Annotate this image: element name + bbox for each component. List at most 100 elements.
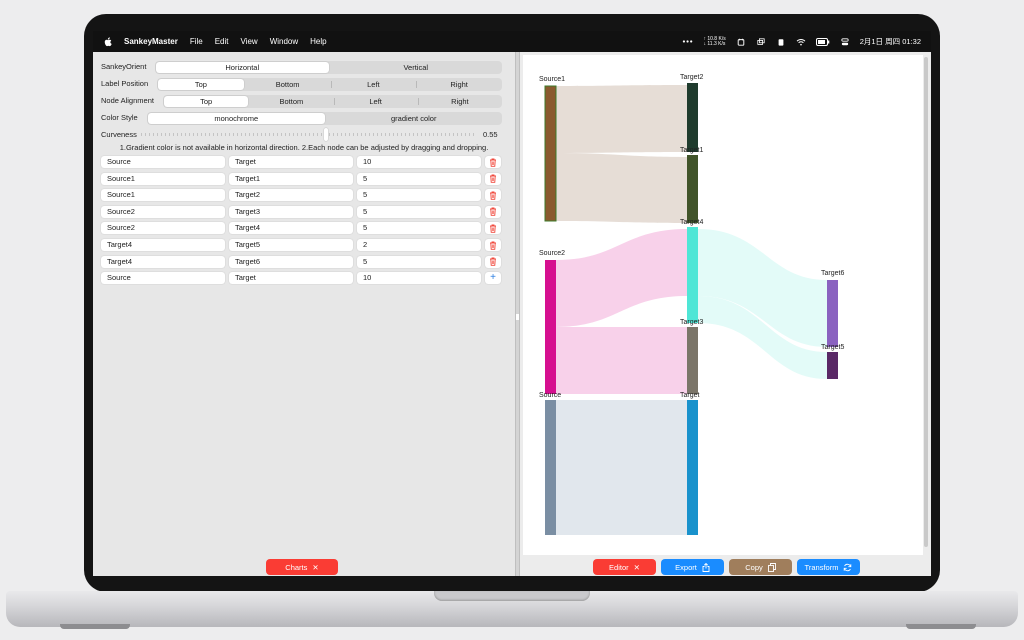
copy-button-label: Copy [745, 562, 763, 572]
curveness-slider-thumb[interactable] [324, 128, 328, 141]
menubar-clock[interactable]: 2月1日 周四 01:32 [860, 36, 921, 47]
link-source-field[interactable]: Target4 [101, 239, 225, 251]
wifi-icon[interactable] [796, 38, 806, 46]
copy-button[interactable]: Copy [729, 559, 792, 575]
link-value-field[interactable]: 5 [357, 205, 481, 218]
link-source-field[interactable]: Source1 [101, 189, 225, 202]
label-position-option-top[interactable]: Top [158, 79, 244, 90]
sankey-node-target2[interactable] [687, 83, 698, 152]
color-style-segmented-control: monochrome gradient color [147, 112, 502, 125]
sankey-node-target[interactable] [687, 400, 698, 535]
sankey-link-source2-target3[interactable] [556, 327, 687, 394]
sankey-node-target4[interactable] [687, 227, 698, 323]
node-alignment-option-bottom[interactable]: Bottom [249, 95, 333, 108]
trash-icon [489, 174, 497, 183]
node-alignment-option-top[interactable]: Top [164, 96, 249, 107]
sankey-link-source2-target4[interactable] [556, 229, 687, 327]
new-link-value-field[interactable]: 10 [357, 272, 481, 285]
charts-button[interactable]: Charts ✕ [266, 559, 338, 575]
node-alignment-option-right[interactable]: Right [417, 95, 502, 108]
app-name-menu[interactable]: SankeyMaster [124, 37, 178, 46]
link-source-field[interactable]: Target4 [101, 255, 225, 268]
clipboard-icon[interactable] [776, 38, 786, 46]
window-icon[interactable] [756, 37, 766, 46]
sankey-node-source[interactable] [545, 400, 556, 535]
sankey-label-target1: Target1 [680, 147, 703, 154]
sankey-node-target6[interactable] [827, 280, 838, 347]
label-position-option-left[interactable]: Left [330, 78, 417, 91]
link-value-field[interactable]: 5 [357, 189, 481, 202]
link-source-field[interactable]: Source2 [101, 222, 225, 235]
link-value-field[interactable]: 5 [357, 255, 481, 268]
curveness-label: Curveness [101, 130, 137, 139]
link-target-field[interactable]: Target2 [229, 189, 353, 202]
input-method-icon[interactable] [736, 38, 746, 46]
add-row-button[interactable]: + [485, 272, 501, 285]
close-icon: ✕ [312, 562, 319, 572]
sankey-diagram[interactable]: Source1 Target2 Target1 Target4 Source2 … [523, 55, 923, 555]
share-icon [702, 562, 710, 572]
label-position-option-right[interactable]: Right [416, 78, 502, 91]
preview-scrollbar[interactable] [924, 57, 928, 547]
link-value-field[interactable]: 5 [357, 172, 481, 185]
delete-row-button[interactable] [485, 255, 501, 268]
apple-icon[interactable] [104, 36, 113, 47]
link-target-field[interactable]: Target3 [229, 205, 353, 218]
sankey-label-target2: Target2 [680, 74, 703, 81]
sankey-label-source2: Source2 [539, 250, 565, 257]
link-value-field[interactable]: 10 [357, 156, 481, 168]
node-alignment-option-left[interactable]: Left [333, 95, 418, 108]
orient-option-vertical[interactable]: Vertical [330, 61, 503, 74]
color-style-option-monochrome[interactable]: monochrome [148, 113, 325, 124]
more-icon[interactable]: ••• [683, 37, 694, 46]
sankey-node-target3[interactable] [687, 327, 698, 394]
menu-edit[interactable]: Edit [215, 37, 229, 46]
menu-window[interactable]: Window [270, 37, 298, 46]
link-target-field[interactable]: Target5 [229, 239, 353, 251]
editor-button[interactable]: Editor ✕ [593, 559, 656, 575]
control-center-icon[interactable] [840, 37, 850, 46]
delete-row-button[interactable] [485, 172, 501, 185]
link-source-field[interactable]: Source2 [101, 205, 225, 218]
split-divider-handle[interactable] [516, 314, 519, 320]
transform-button[interactable]: Transform [797, 559, 860, 575]
curveness-slider-track[interactable] [141, 133, 477, 136]
sankey-node-source2[interactable] [545, 260, 556, 394]
menu-help[interactable]: Help [310, 37, 326, 46]
copy-icon [767, 562, 776, 572]
menu-view[interactable]: View [241, 37, 258, 46]
link-target-field[interactable]: Target [229, 156, 353, 168]
color-style-option-gradient[interactable]: gradient color [326, 112, 503, 125]
link-value-field[interactable]: 5 [357, 222, 481, 235]
link-source-field[interactable]: Source [101, 156, 225, 168]
label-position-option-bottom[interactable]: Bottom [245, 78, 331, 91]
sankey-link-source1-target1[interactable] [556, 153, 687, 223]
sankey-label-target4: Target4 [680, 219, 703, 226]
delete-row-button[interactable] [485, 222, 501, 235]
sankey-link-source1-target2[interactable] [556, 85, 687, 153]
link-target-field[interactable]: Target1 [229, 172, 353, 185]
new-link-target-field[interactable]: Target [229, 272, 353, 285]
export-button[interactable]: Export [661, 559, 724, 575]
sankey-node-target1[interactable] [687, 155, 698, 223]
usage-note: 1.Gradient color is not available in hor… [119, 143, 489, 152]
laptop-notch [434, 591, 590, 601]
delete-row-button[interactable] [485, 205, 501, 218]
network-speed[interactable]: ↑ 10.8 K/s ↓ 11.3 K/s [703, 36, 725, 47]
sankey-node-target5[interactable] [827, 352, 838, 379]
delete-row-button[interactable] [485, 156, 501, 168]
orient-option-horizontal[interactable]: Horizontal [156, 62, 329, 73]
sankey-label-source: Source [539, 392, 561, 399]
new-link-source-field[interactable]: Source [101, 272, 225, 285]
menu-file[interactable]: File [190, 37, 203, 46]
sankey-node-source1[interactable] [544, 85, 557, 222]
link-target-field[interactable]: Target6 [229, 255, 353, 268]
status-tray: ••• ↑ 10.8 K/s ↓ 11.3 K/s 2月1日 周四 01:32 [683, 31, 921, 52]
sankey-link-source-target[interactable] [556, 400, 687, 535]
battery-icon[interactable] [815, 37, 830, 46]
link-source-field[interactable]: Source1 [101, 172, 225, 185]
link-target-field[interactable]: Target4 [229, 222, 353, 235]
delete-row-button[interactable] [485, 239, 501, 251]
link-value-field[interactable]: 2 [357, 239, 481, 251]
delete-row-button[interactable] [485, 189, 501, 202]
